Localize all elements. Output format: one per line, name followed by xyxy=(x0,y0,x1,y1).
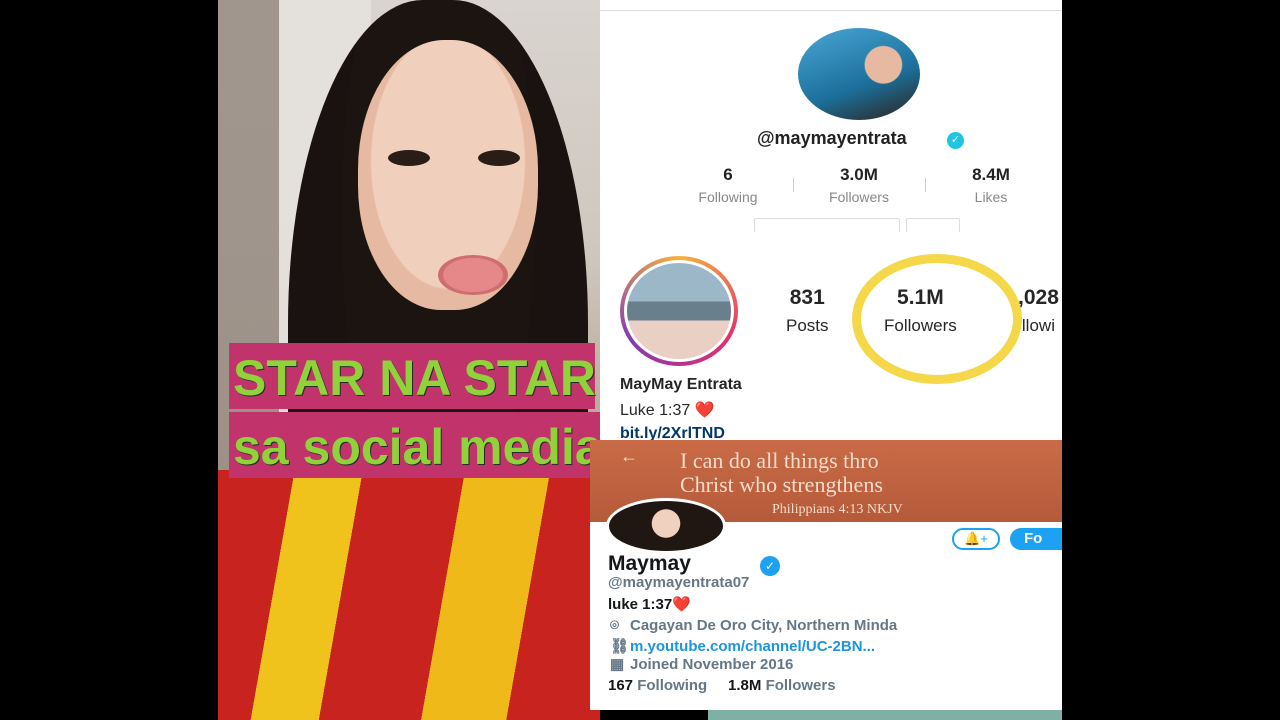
stat-label: Following xyxy=(698,189,758,205)
divider xyxy=(793,178,794,192)
photo-eye-left xyxy=(388,150,430,166)
stat-value: ,028 xyxy=(1018,286,1059,309)
instagram-avatar xyxy=(624,260,734,362)
tiktok-avatar[interactable] xyxy=(798,28,920,120)
instagram-avatar-ring[interactable] xyxy=(620,256,738,366)
calendar-icon: ▦ xyxy=(610,656,625,673)
background-strip xyxy=(708,710,1062,720)
follow-button[interactable]: Fo xyxy=(1010,528,1062,550)
instagram-stat-posts[interactable]: 831 Posts xyxy=(786,286,829,336)
tiktok-stat-followers[interactable]: 3.0M Followers xyxy=(799,165,919,205)
photo-eye-right xyxy=(478,150,520,166)
verified-icon: ✓ xyxy=(760,556,780,576)
twitter-joined: Joined November 2016 xyxy=(630,656,794,673)
stat-value: 831 xyxy=(789,286,825,309)
twitter-bio: luke 1:37❤️ xyxy=(608,596,691,613)
twitter-location-row: ⌾ Cagayan De Oro City, Northern Minda xyxy=(610,617,897,634)
instagram-display-name: MayMay Entrata xyxy=(620,376,742,393)
twitter-website-link[interactable]: m.youtube.com/channel/UC-2BN... xyxy=(630,638,875,655)
overlay-title-line2: sa social media xyxy=(229,412,621,478)
photo-lips xyxy=(438,255,508,295)
following-count[interactable]: 167 xyxy=(608,677,633,694)
tiktok-stat-following[interactable]: 6 Following xyxy=(668,165,788,205)
following-label[interactable]: Following xyxy=(637,677,707,694)
instagram-stat-following[interactable]: ,028 llowi xyxy=(1018,286,1059,336)
notification-bell-icon[interactable]: 🔔+ xyxy=(952,528,1000,550)
twitter-display-name: Maymay xyxy=(608,552,691,575)
instagram-profile-card: 831 Posts 5.1M Followers ,028 llowi MayM… xyxy=(600,232,1062,440)
location-pin-icon: ⌾ xyxy=(610,617,620,634)
stat-label: Posts xyxy=(786,316,829,335)
twitter-location: Cagayan De Oro City, Northern Minda xyxy=(630,617,898,634)
twitter-joined-row: ▦ Joined November 2016 xyxy=(610,655,793,673)
back-arrow-icon[interactable]: ← xyxy=(620,446,638,467)
stat-value: 3.0M xyxy=(840,165,878,184)
stat-label: Likes xyxy=(974,189,1008,205)
highlight-circle xyxy=(852,254,1022,384)
instagram-bio: Luke 1:37 ❤️ xyxy=(620,402,715,419)
banner-quote-line: Christ who strengthens xyxy=(680,472,883,497)
stat-value: 8.4M xyxy=(972,165,1010,184)
divider xyxy=(925,178,926,192)
followers-label[interactable]: Followers xyxy=(766,677,836,694)
twitter-profile-card: ← I can do all things thro Christ who st… xyxy=(590,440,1062,710)
banner-quote-reference: Philippians 4:13 NKJV xyxy=(772,502,903,517)
tiktok-handle: @maymayentrata xyxy=(757,128,907,148)
twitter-website-row[interactable]: ⛓m.youtube.com/channel/UC-2BN... xyxy=(610,637,875,655)
twitter-avatar[interactable] xyxy=(606,498,726,554)
banner-quote-line: I can do all things thro xyxy=(680,448,879,473)
instagram-bio-link[interactable]: bit.ly/2XrlTND xyxy=(620,425,725,440)
stat-value: 6 xyxy=(723,165,733,184)
tiktok-profile-card: @maymayentrata ✓ 6 Following 3.0M Follow… xyxy=(600,0,1062,238)
photo-shirt xyxy=(218,470,600,720)
followers-count[interactable]: 1.8M xyxy=(728,677,761,694)
link-icon: ⛓ xyxy=(610,638,630,655)
stat-label: Followers xyxy=(829,189,889,205)
verified-icon: ✓ xyxy=(947,132,964,149)
tiktok-stat-likes: 8.4M Likes xyxy=(931,165,1051,205)
twitter-follow-counts: 167 Following 1.8M Followers xyxy=(608,677,836,694)
divider xyxy=(600,10,1062,11)
overlay-title-line1: STAR NA STAR xyxy=(229,343,596,409)
stat-label: llowi xyxy=(1021,316,1055,335)
twitter-handle: @maymayentrata07 xyxy=(608,574,750,591)
